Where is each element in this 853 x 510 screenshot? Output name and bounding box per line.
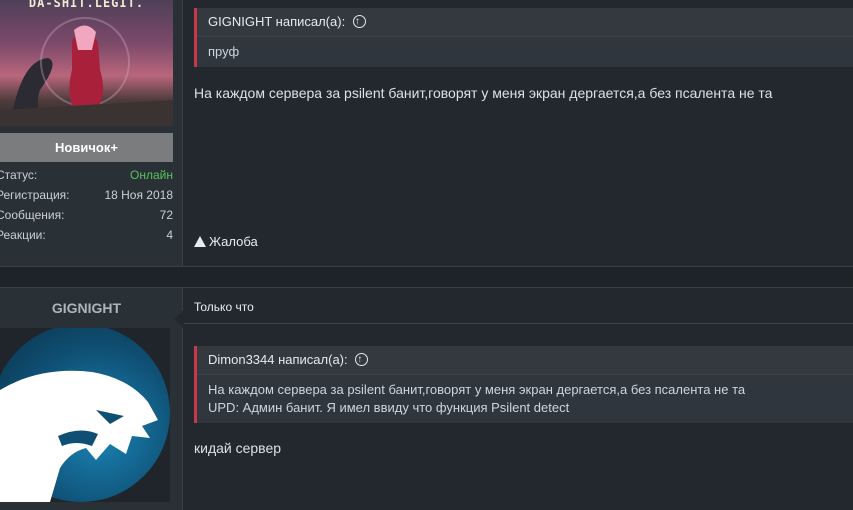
stat-label: Сообщения: (0, 208, 65, 222)
avatar-artwork (0, 17, 173, 126)
stat-value: 4 (166, 228, 173, 242)
message-text: На каждом сервера за psilent банит,говор… (194, 85, 773, 101)
pane-caret (174, 310, 183, 328)
quote-block: GIGNIGHT написал(а): пруф (194, 8, 853, 67)
quote-author[interactable]: GIGNIGHT написал(а): (208, 14, 345, 29)
quote-line: пруф (208, 44, 240, 59)
avatar[interactable] (0, 328, 170, 502)
report-link[interactable]: Жалоба (194, 234, 258, 249)
quote-body: На каждом сервера за psilent банит,говор… (197, 375, 853, 423)
stat-label: Реакции: (0, 228, 46, 242)
stat-status: Статус: Онлайн (0, 167, 173, 183)
date-divider (184, 323, 853, 324)
user-rank-badge: Новичок+ (0, 133, 173, 162)
post-content: Только что Dimon3344 написал(а): На кажд… (184, 288, 853, 510)
quote-block: Dimon3344 написал(а): На каждом сервера … (194, 346, 853, 423)
stat-value: 72 (159, 208, 173, 222)
stat-value: 18 Ноя 2018 (104, 188, 173, 202)
warning-icon (194, 236, 206, 247)
user-pane: DA-SHIT.LEGIT. Новичок+ Статус: Онлайн Р… (0, 0, 183, 266)
post-1: DA-SHIT.LEGIT. Новичок+ Статус: Онлайн Р… (0, 0, 853, 266)
user-pane: GIGNIGHT (0, 288, 183, 510)
stat-registration: Регистрация: 18 Ноя 2018 (0, 187, 173, 203)
message-text: кидай сервер (194, 440, 282, 456)
stat-reactions: Реакции: 4 (0, 227, 173, 243)
post-date[interactable]: Только что (194, 300, 254, 314)
stat-value: Онлайн (130, 168, 173, 182)
quote-line: На каждом сервера за psilent банит,говор… (208, 382, 746, 397)
stat-label: Регистрация: (0, 188, 70, 202)
stat-messages: Сообщения: 72 (0, 207, 173, 223)
quote-line: UPD: Админ банит. Я имел ввиду что функц… (208, 400, 570, 415)
username[interactable]: GIGNIGHT (0, 300, 173, 316)
panther-logo-icon (0, 370, 158, 502)
avatar[interactable]: DA-SHIT.LEGIT. (0, 0, 173, 126)
quote-header[interactable]: Dimon3344 написал(а): (197, 346, 853, 375)
quote-author[interactable]: Dimon3344 написал(а): (208, 352, 348, 367)
report-label[interactable]: Жалоба (209, 234, 258, 249)
quote-body: пруф (197, 37, 853, 67)
quote-header[interactable]: GIGNIGHT написал(а): (197, 8, 853, 37)
arrow-up-icon[interactable] (352, 8, 366, 36)
post-separator (0, 266, 853, 288)
post-content: GIGNIGHT написал(а): пруф На каждом серв… (184, 0, 853, 266)
post-2: GIGNIGHT Только что Dimon3344 написал(а)… (0, 288, 853, 510)
arrow-up-icon[interactable] (355, 346, 369, 374)
stat-label: Статус: (0, 168, 38, 182)
